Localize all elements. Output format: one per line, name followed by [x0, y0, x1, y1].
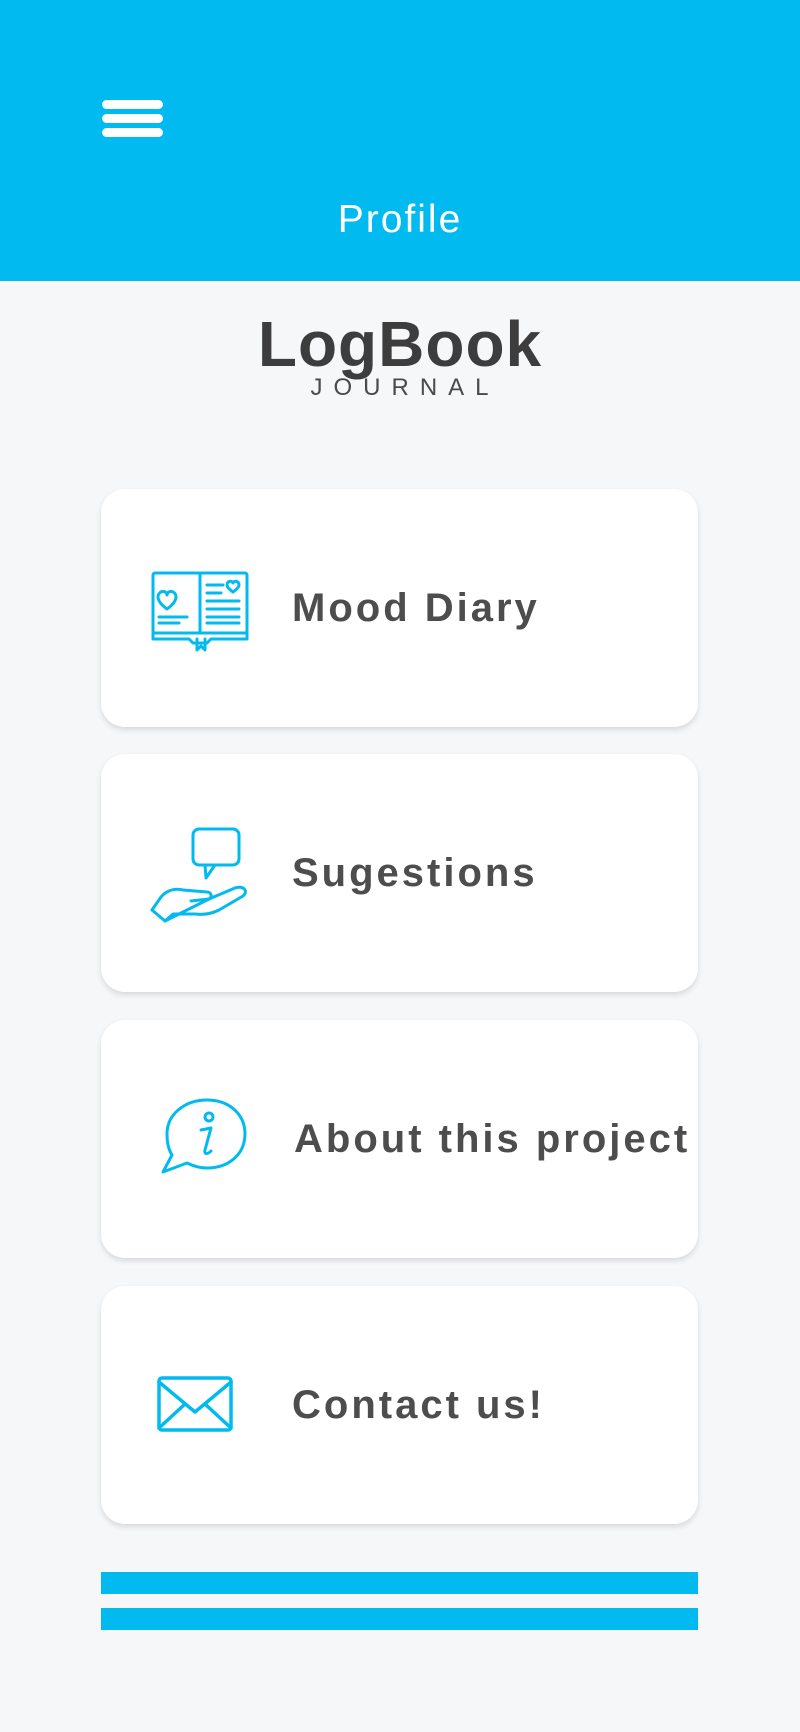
menu-line: [102, 114, 163, 123]
envelope-icon: [149, 1350, 259, 1460]
info-bubble-icon: [149, 1084, 259, 1194]
brand-logo: LogBook JOURNAL: [0, 306, 800, 402]
about-project-button[interactable]: About this project: [101, 1020, 698, 1258]
menu-line: [102, 100, 163, 109]
mood-diary-label: Mood Diary: [292, 586, 540, 630]
brand-subtitle: JOURNAL: [310, 374, 500, 401]
contact-us-label: Contact us!: [292, 1383, 545, 1427]
hamburger-menu-icon[interactable]: [96, 94, 168, 146]
contact-us-button[interactable]: Contact us!: [101, 1286, 698, 1524]
about-project-label: About this project: [294, 1117, 691, 1161]
menu-line: [102, 128, 163, 137]
page-title: Profile: [337, 198, 463, 241]
footer-bar-bottom: [101, 1608, 698, 1630]
sugestions-button[interactable]: Sugestions: [101, 754, 698, 992]
footer-bar-top: [101, 1572, 698, 1594]
sugestions-label: Sugestions: [292, 851, 538, 895]
brand-name: LogBook: [257, 308, 543, 380]
mood-diary-button[interactable]: Mood Diary: [101, 489, 698, 727]
hand-speech-bubble-icon: [149, 818, 259, 928]
header-bar: Profile: [0, 0, 800, 281]
diary-book-icon: [149, 553, 259, 663]
